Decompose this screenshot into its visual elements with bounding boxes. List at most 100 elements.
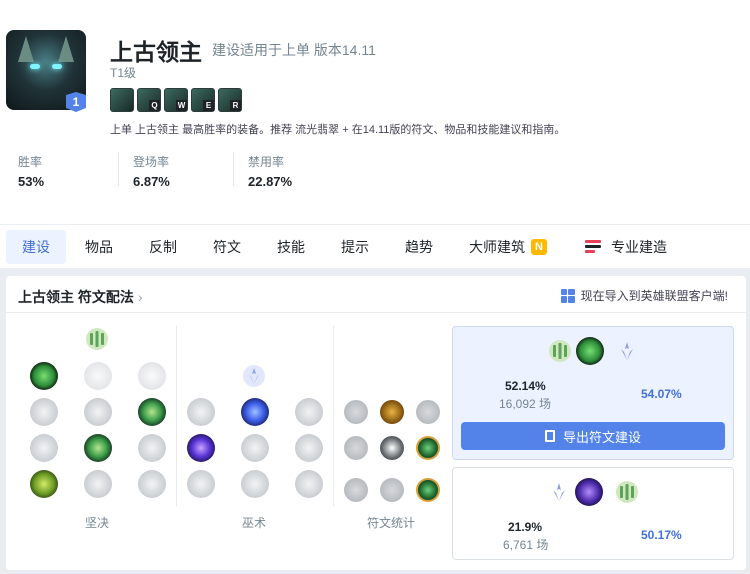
stat-divider bbox=[118, 152, 119, 186]
rune-build-option-selected[interactable]: 52.14% 16,092 场 54.07% 导出符文建设 bbox=[452, 326, 734, 460]
portrait-eye bbox=[52, 64, 62, 69]
rune-gathering-storm-icon[interactable] bbox=[295, 470, 323, 498]
runes-panel-title[interactable]: 上古领主 符文配法 › bbox=[18, 287, 143, 307]
runes-panel-title-text: 上古领主 符文配法 bbox=[18, 289, 134, 305]
import-to-client-link[interactable]: 现在导入到英雄联盟客户端! bbox=[560, 287, 728, 304]
opgg-icon bbox=[560, 288, 575, 303]
stat-label: 胜率 bbox=[18, 155, 43, 169]
column-divider bbox=[333, 326, 334, 506]
build-games: 6,761 场 bbox=[503, 538, 549, 552]
build-games: 16,092 场 bbox=[499, 397, 552, 411]
tab-skills[interactable]: 技能 bbox=[261, 230, 321, 264]
shard-health-icon[interactable] bbox=[344, 478, 368, 502]
portrait-horn bbox=[58, 36, 74, 62]
rune-guardian-icon[interactable] bbox=[138, 362, 166, 390]
stat-pick-rate: 登场率 6.87% bbox=[133, 153, 170, 189]
rune-manaflow-band-icon[interactable] bbox=[241, 398, 269, 426]
tab-tips[interactable]: 提示 bbox=[325, 230, 385, 264]
secondary-tree-label: 巫术 bbox=[242, 516, 267, 530]
shard-attack-speed-icon[interactable] bbox=[380, 400, 404, 424]
skill-list: Q W E R bbox=[110, 88, 242, 112]
stat-value: 53% bbox=[18, 174, 45, 189]
new-badge: N bbox=[531, 239, 547, 255]
panel-divider bbox=[6, 312, 746, 313]
build-nav-tabs: 建设 物品 反制 符文 技能 提示 趋势 大师建筑 N 专业建造 bbox=[0, 224, 750, 268]
tab-items[interactable]: 物品 bbox=[69, 230, 129, 264]
rune-unflinching-icon[interactable] bbox=[138, 470, 166, 498]
tab-build[interactable]: 建设 bbox=[6, 230, 66, 264]
stat-ban-rate: 禁用率 22.87% bbox=[248, 153, 292, 189]
rune-overgrowth-icon[interactable] bbox=[30, 470, 58, 498]
build-pick-rate: 21.9% bbox=[508, 520, 543, 534]
tab-label: 专业建造 bbox=[611, 239, 667, 255]
build-win-rate: 54.07% bbox=[641, 387, 682, 401]
tab-label: 大师建筑 bbox=[469, 239, 525, 255]
sorcery-tree-icon bbox=[243, 365, 265, 387]
stat-value: 6.87% bbox=[133, 174, 170, 189]
tier-label: T1级 bbox=[110, 66, 137, 80]
rune-shield-bash-icon[interactable] bbox=[138, 398, 166, 426]
stat-win-rate: 胜率 53% bbox=[18, 153, 44, 189]
skill-q-icon[interactable]: Q bbox=[137, 88, 161, 112]
skill-key: R bbox=[230, 100, 241, 111]
rune-font-of-life-icon[interactable] bbox=[84, 398, 112, 426]
chevron-right-icon: › bbox=[137, 289, 143, 305]
passive-icon[interactable] bbox=[110, 88, 134, 112]
champion-name: 上古领主 bbox=[110, 39, 202, 65]
rune-grasp-icon[interactable] bbox=[30, 362, 58, 390]
rune-second-wind-icon[interactable] bbox=[84, 434, 112, 462]
rune-bone-plating-icon[interactable] bbox=[138, 434, 166, 462]
skill-e-icon[interactable]: E bbox=[191, 88, 215, 112]
resolve-tree-icon bbox=[86, 328, 108, 350]
rune-demolish-icon[interactable] bbox=[30, 398, 58, 426]
champion-header: 1 上古领主 建设适用于上单 版本14.11 T1级 Q W E R 上单 上古… bbox=[0, 0, 750, 224]
build-description: 上单 上古领主 最高胜率的装备。推荐 流光翡翠 + 在14.11版的符文、物品和… bbox=[110, 124, 566, 136]
tab-trends[interactable]: 趋势 bbox=[389, 230, 449, 264]
build-subtitle: 建设适用于上单 版本14.11 bbox=[212, 42, 376, 58]
skill-w-icon[interactable]: W bbox=[164, 88, 188, 112]
stat-label: 登场率 bbox=[133, 155, 170, 169]
tab-counters[interactable]: 反制 bbox=[133, 230, 193, 264]
rune-conditioning-icon[interactable] bbox=[30, 434, 58, 462]
tab-pro-builds[interactable]: 专业建造 bbox=[569, 230, 683, 264]
rune-transcendence-icon[interactable] bbox=[187, 434, 215, 462]
rune-scorch-icon[interactable] bbox=[187, 470, 215, 498]
column-divider bbox=[176, 326, 177, 506]
shard-tenacity-icon[interactable] bbox=[380, 478, 404, 502]
skill-r-icon[interactable]: R bbox=[218, 88, 242, 112]
rune-grasp-icon bbox=[576, 337, 604, 365]
shard-haste-icon[interactable] bbox=[416, 400, 440, 424]
skill-key: W bbox=[176, 100, 187, 111]
tab-master-builds[interactable]: 大师建筑 N bbox=[453, 230, 563, 264]
shard-adaptive-icon[interactable] bbox=[344, 400, 368, 424]
skill-key: Q bbox=[149, 100, 160, 111]
build-win-rate: 50.17% bbox=[641, 528, 682, 542]
rune-build-option[interactable]: 21.9% 6,761 场 50.17% bbox=[452, 467, 734, 560]
resolve-tree-icon bbox=[549, 340, 571, 362]
rune-revitalize-icon[interactable] bbox=[84, 470, 112, 498]
stat-divider bbox=[233, 152, 234, 186]
sorcery-tree-icon bbox=[553, 483, 565, 501]
stat-label: 禁用率 bbox=[248, 155, 285, 169]
rune-nimbus-cloak-icon[interactable] bbox=[295, 398, 323, 426]
import-link-text: 现在导入到英雄联盟客户端! bbox=[580, 289, 728, 303]
shard-health-scaling-icon[interactable] bbox=[416, 436, 440, 460]
shard-move-speed-icon[interactable] bbox=[380, 436, 404, 460]
rune-aftershock-icon[interactable] bbox=[84, 362, 112, 390]
tier-badge: 1 bbox=[66, 92, 86, 112]
shard-adaptive-icon[interactable] bbox=[344, 436, 368, 460]
resolve-tree-icon bbox=[616, 481, 638, 503]
pro-builds-icon bbox=[585, 240, 601, 254]
rune-celerity-icon[interactable] bbox=[241, 434, 269, 462]
shard-health-scaling-icon[interactable] bbox=[416, 478, 440, 502]
rune-nullifying-orb-icon[interactable] bbox=[187, 398, 215, 426]
skill-key: E bbox=[203, 100, 214, 111]
primary-tree-label: 坚决 bbox=[85, 516, 110, 530]
rune-absolute-focus-icon[interactable] bbox=[295, 434, 323, 462]
document-icon bbox=[544, 430, 555, 442]
rune-waterwalking-icon[interactable] bbox=[241, 470, 269, 498]
tab-runes[interactable]: 符文 bbox=[197, 230, 257, 264]
shard-column-label: 符文统计 bbox=[367, 516, 416, 530]
runes-panel: 上古领主 符文配法 › 现在导入到英雄联盟客户端! 坚决 巫术 符文统计 52.… bbox=[6, 276, 746, 570]
export-rune-build-button[interactable]: 导出符文建设 bbox=[461, 422, 725, 450]
